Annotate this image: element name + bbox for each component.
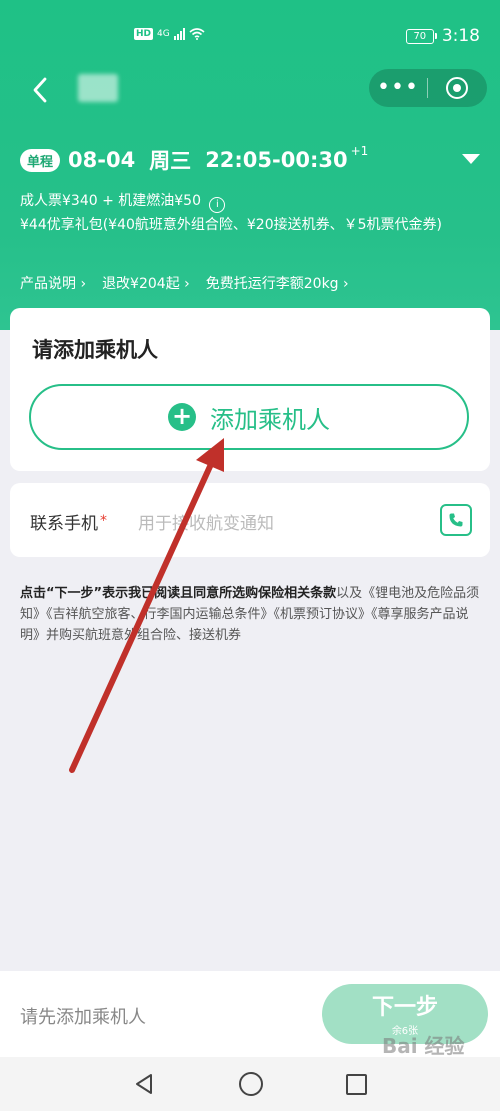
- status-left: HD 4G: [134, 28, 205, 40]
- flight-summary: 单程 08-04 周三 22:05-00:30 +1: [20, 144, 369, 175]
- contact-label: 联系手机 *: [30, 509, 107, 534]
- link-product-info[interactable]: 产品说明 ›: [20, 273, 86, 293]
- phone-contacts-icon[interactable]: [440, 504, 472, 536]
- back-icon[interactable]: [26, 75, 56, 105]
- battery-icon: 70: [405, 28, 437, 44]
- watermark: Bai 经验: [382, 1034, 465, 1058]
- close-miniprogram-button[interactable]: [428, 77, 486, 99]
- price-line: 成人票¥340 + 机建燃油¥50 i: [20, 190, 226, 213]
- mini-program-capsule: •••: [369, 69, 487, 107]
- bottom-hint: 请先添加乘机人: [20, 1007, 146, 1028]
- passenger-card: 请添加乘机人 + 添加乘机人: [10, 308, 490, 471]
- next-day-marker: +1: [350, 144, 369, 158]
- phone-icon: [449, 513, 463, 527]
- info-icon[interactable]: i: [209, 197, 226, 213]
- trip-type-badge: 单程: [20, 148, 61, 172]
- expand-chevron-icon[interactable]: [462, 154, 480, 164]
- flight-time: 22:05-00:30: [205, 148, 348, 172]
- add-passenger-button[interactable]: + 添加乘机人: [29, 384, 469, 450]
- phone-input[interactable]: 用于接收航变通知: [138, 509, 274, 534]
- flight-weekday: 周三: [149, 149, 192, 173]
- contact-card: 联系手机 * 用于接收航变通知: [10, 483, 490, 557]
- add-passenger-label: 添加乘机人: [210, 405, 330, 434]
- plus-icon: +: [168, 403, 196, 431]
- status-right: 70 3:18: [405, 26, 480, 46]
- wifi-icon: [189, 28, 205, 40]
- target-icon: [446, 77, 468, 99]
- nav-home-icon[interactable]: [239, 1072, 263, 1096]
- nav-title-blurred: [78, 74, 118, 102]
- signal-icon: [173, 28, 185, 40]
- battery-level: 70: [413, 30, 427, 42]
- contact-label-text: 联系手机: [30, 514, 98, 534]
- package-line: ¥44优享礼包(¥40航班意外组合险、¥20接送机券、￥5机票代金券): [20, 217, 442, 233]
- terms-bold: 点击“下一步”表示我已阅读且同意所选购保险相关条款: [20, 586, 337, 601]
- nav-back-icon[interactable]: [134, 1073, 154, 1095]
- network-type: 4G: [157, 29, 170, 39]
- product-links: 产品说明 › 退改¥204起 › 免费托运行李额20kg ›: [20, 273, 349, 293]
- status-bar: HD 4G 70 3:18: [0, 0, 500, 72]
- hd-badge: HD: [134, 28, 154, 40]
- link-baggage[interactable]: 免费托运行李额20kg ›: [206, 273, 349, 293]
- terms-text: 点击“下一步”表示我已阅读且同意所选购保险相关条款以及《锂电池及危险品须知》《吉…: [20, 583, 485, 646]
- more-icon[interactable]: •••: [369, 69, 427, 107]
- clock: 3:18: [441, 26, 480, 46]
- system-nav-bar: [0, 1057, 500, 1111]
- required-marker: *: [100, 513, 107, 529]
- link-refund[interactable]: 退改¥204起 ›: [102, 273, 190, 293]
- price-text: 成人票¥340 + 机建燃油¥50: [20, 193, 201, 209]
- flight-date: 08-04: [68, 148, 136, 172]
- passenger-title: 请添加乘机人: [32, 338, 158, 362]
- nav-recent-icon[interactable]: [346, 1074, 367, 1095]
- next-step-label: 下一步: [371, 995, 438, 1020]
